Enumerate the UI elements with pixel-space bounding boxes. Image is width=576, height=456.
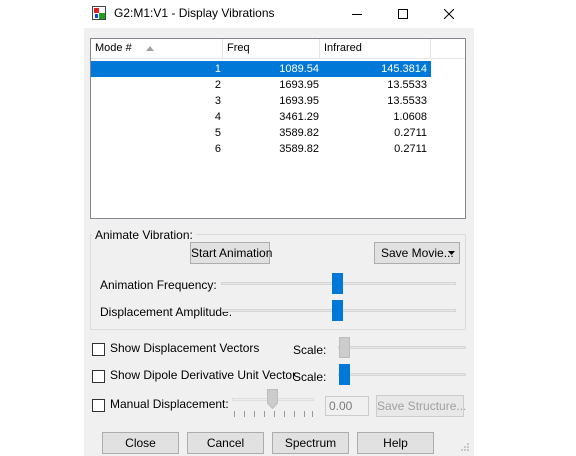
freq-cell: 1693.95: [279, 79, 319, 91]
infrared-cell: 0.2711: [394, 143, 427, 155]
column-header-freq[interactable]: Freq: [223, 39, 320, 58]
start-animation-button[interactable]: Start Animation: [190, 242, 272, 264]
close-button[interactable]: Close: [102, 432, 179, 454]
mode-cell: 3: [214, 95, 221, 107]
minimize-button[interactable]: [334, 0, 380, 28]
freq-cell: 3461.29: [279, 111, 319, 123]
display-vibrations-dialog: G2:M1:V1 - Display Vibrations Mode # Fre…: [84, 0, 474, 456]
freq-cell: 1693.95: [279, 95, 319, 107]
dipole-scale-slider[interactable]: [338, 373, 466, 376]
resize-grip-icon[interactable]: [460, 442, 470, 452]
infrared-cell: 1.0608: [393, 111, 427, 123]
save-movie-label: Save Movie...: [381, 246, 454, 260]
column-header-mode-label: Mode #: [95, 42, 132, 54]
table-row[interactable]: 2 1693.95 13.5533: [91, 77, 465, 93]
maximize-button[interactable]: [380, 0, 426, 28]
animation-frequency-label: Animation Frequency:: [100, 278, 217, 292]
infrared-cell: 0.2711: [394, 127, 427, 139]
close-window-button[interactable]: [426, 0, 472, 28]
column-header-infrared[interactable]: Infrared: [320, 39, 431, 58]
title-bar[interactable]: G2:M1:V1 - Display Vibrations: [84, 0, 474, 28]
freq-cell: 3589.82: [279, 127, 319, 139]
mode-cell: 4: [214, 111, 221, 123]
spectrum-button[interactable]: Spectrum: [272, 432, 349, 454]
infrared-cell: 145.3814: [323, 61, 431, 77]
save-structure-button[interactable]: Save Structure...: [376, 395, 466, 417]
freq-cell: 3589.82: [279, 143, 319, 155]
vibration-modes-list[interactable]: Mode # Freq Infrared 1 1089.54 145.3814 …: [90, 38, 466, 219]
infrared-cell: 13.5533: [387, 95, 427, 107]
manual-displacement-thumb[interactable]: [267, 389, 278, 409]
dropdown-arrow-icon: [448, 251, 455, 255]
show-dipole-vector-checkbox[interactable]: [92, 370, 105, 383]
manual-displacement-value[interactable]: 0.00: [325, 396, 369, 416]
freq-cell: 1089.54: [225, 61, 323, 77]
save-movie-button[interactable]: Save Movie...: [374, 242, 460, 264]
table-row[interactable]: 3 1693.95 13.5533: [91, 93, 465, 109]
sort-ascending-icon: [146, 46, 154, 51]
manual-displacement-label: Manual Displacement:: [110, 397, 229, 411]
infrared-cell: 13.5533: [387, 79, 427, 91]
displacement-scale-thumb[interactable]: [339, 337, 350, 358]
maximize-icon: [398, 9, 408, 19]
cancel-button[interactable]: Cancel: [187, 432, 264, 454]
animation-frequency-thumb[interactable]: [332, 273, 343, 294]
minimize-icon: [352, 14, 362, 15]
mode-cell: 5: [214, 127, 221, 139]
displacement-amplitude-thumb[interactable]: [332, 300, 343, 321]
show-displacement-vectors-checkbox[interactable]: [92, 343, 105, 356]
column-header-freq-label: Freq: [227, 42, 250, 54]
mode-cell: 6: [214, 143, 221, 155]
dipole-scale-thumb[interactable]: [339, 364, 350, 385]
show-dipole-vector-label: Show Dipole Derivative Unit Vector: [110, 368, 297, 382]
help-button[interactable]: Help: [357, 432, 434, 454]
close-icon: [444, 9, 454, 19]
displacement-amplitude-label: Displacement Amplitude:: [100, 305, 233, 319]
table-row[interactable]: 6 3589.82 0.2711: [91, 141, 465, 157]
displacement-scale-label: Scale:: [293, 343, 327, 357]
mode-cell: 2: [214, 79, 221, 91]
table-row[interactable]: 5 3589.82 0.2711: [91, 125, 465, 141]
table-row[interactable]: 4 3461.29 1.0608: [91, 109, 465, 125]
table-row[interactable]: 1 1089.54 145.3814: [91, 61, 465, 77]
list-header: Mode # Freq Infrared: [91, 39, 465, 59]
dipole-scale-label: Scale:: [293, 370, 327, 384]
show-displacement-vectors-label: Show Displacement Vectors: [110, 341, 260, 355]
window-title: G2:M1:V1 - Display Vibrations: [114, 6, 275, 20]
displacement-scale-slider[interactable]: [338, 346, 466, 349]
manual-displacement-checkbox[interactable]: [92, 399, 105, 412]
column-header-infrared-label: Infrared: [324, 42, 362, 54]
gaussview-app-icon: [92, 6, 106, 20]
animate-vibration-label: Animate Vibration:: [92, 228, 196, 242]
column-header-mode[interactable]: Mode #: [91, 39, 223, 58]
mode-cell: 1: [91, 61, 225, 77]
